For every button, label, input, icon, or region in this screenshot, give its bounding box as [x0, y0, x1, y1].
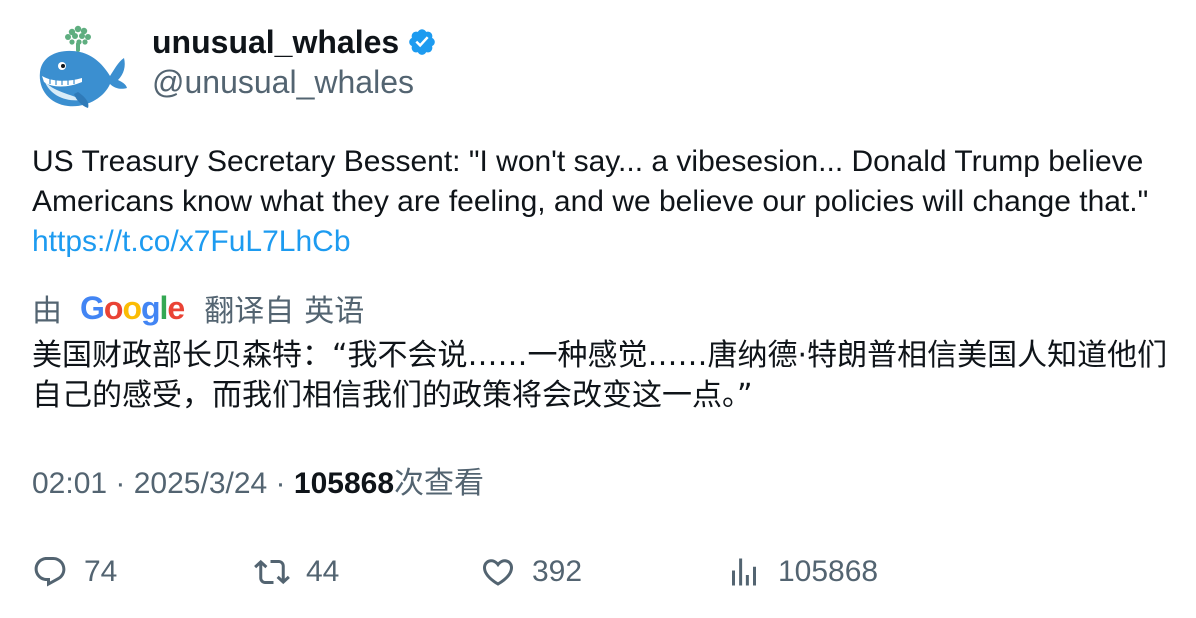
like-button[interactable]: 392	[480, 550, 582, 594]
tweet-text: US Treasury Secretary Bessent: "I won't …	[32, 142, 1172, 262]
translated-tweet-text: 美国财政部长贝森特：“我不会说……一种感觉……唐纳德·特朗普相信美国人知道他们自…	[32, 338, 1168, 413]
verified-badge-icon[interactable]	[407, 27, 437, 57]
whale-avatar-icon[interactable]	[32, 22, 128, 114]
reply-count: 74	[84, 555, 118, 588]
author-display-name[interactable]: unusual_whales	[152, 22, 437, 62]
views-button[interactable]: 105868	[726, 550, 878, 594]
translation-attribution: 由 Google 翻译自 英语	[32, 286, 364, 330]
tweet-actions: 74 44 392 105868	[32, 550, 1172, 594]
views-count: 105868	[293, 467, 394, 500]
views-action-count: 105868	[778, 555, 879, 588]
tweet-time[interactable]: 02:01	[32, 467, 107, 500]
author-names: unusual_whales @unusual_whales	[152, 22, 437, 102]
translation-by-label: 由	[32, 295, 62, 328]
tweet-link[interactable]: https://t.co/x7FuL7LhCb	[32, 225, 351, 258]
meta-separator-2: ·	[267, 467, 294, 500]
tweet-meta: 02:01 · 2025/3/24 · 105868次查看	[32, 464, 484, 504]
google-logo-icon: Google	[80, 289, 185, 326]
display-name-text[interactable]: unusual_whales	[152, 22, 399, 62]
analytics-icon	[732, 558, 756, 586]
author-handle[interactable]: @unusual_whales	[152, 62, 437, 102]
heart-icon	[482, 559, 514, 586]
retweet-count: 44	[306, 555, 340, 588]
tweet-body: US Treasury Secretary Bessent: "I won't …	[32, 145, 1149, 218]
translated-from-label: 翻译自	[204, 295, 295, 328]
reply-icon	[34, 557, 66, 587]
retweet-icon	[254, 559, 290, 585]
views-label: 次查看	[394, 467, 484, 500]
tweet-header: unusual_whales @unusual_whales	[32, 22, 435, 114]
tweet-date[interactable]: 2025/3/24	[134, 467, 267, 500]
like-count: 392	[532, 555, 583, 588]
retweet-button[interactable]: 44	[254, 550, 339, 594]
meta-separator: ·	[107, 467, 134, 500]
source-language: 英语	[304, 295, 365, 328]
reply-button[interactable]: 74	[32, 550, 117, 594]
